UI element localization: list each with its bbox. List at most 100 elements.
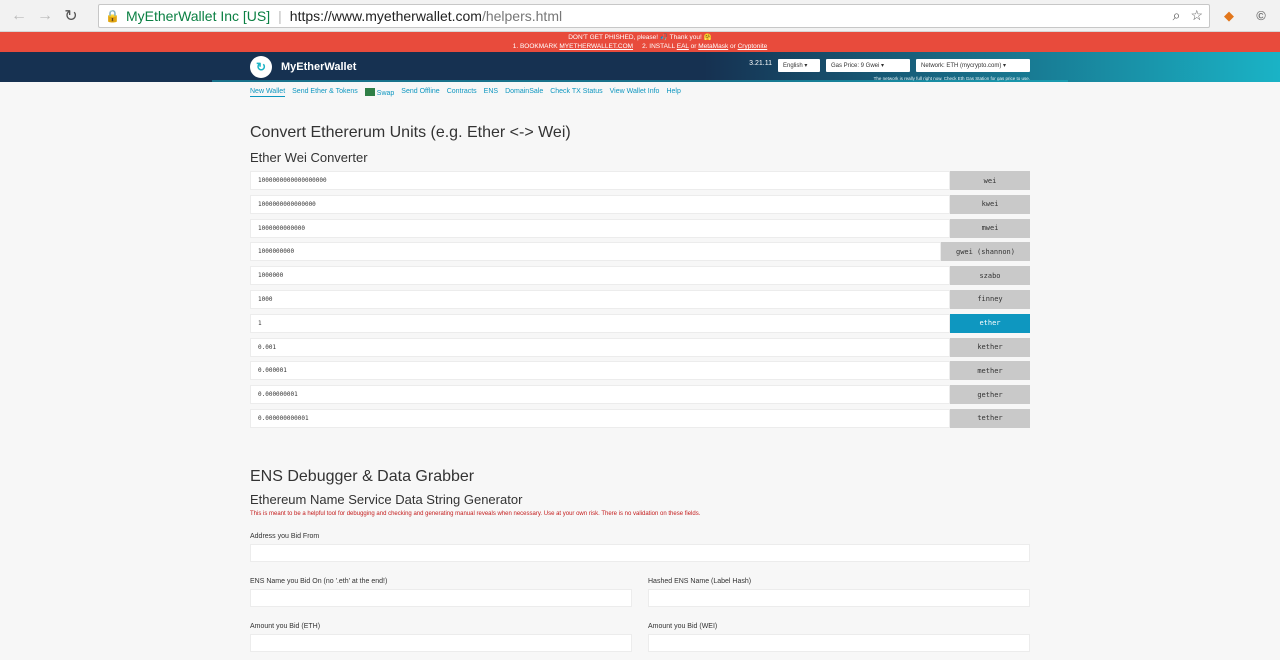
nav-view-wallet-info[interactable]: View Wallet Info bbox=[610, 88, 660, 97]
gas-price-value: Gas Price: 9 Gwei bbox=[831, 62, 880, 69]
ens-section: ENS Debugger & Data Grabber Ethereum Nam… bbox=[250, 468, 1030, 652]
hashed-name-input[interactable] bbox=[648, 589, 1030, 607]
nav-swap[interactable]: Swap bbox=[364, 88, 395, 97]
unit-row-finney: 1000 finney bbox=[250, 289, 1030, 309]
finney-unit-button[interactable]: finney bbox=[950, 289, 1030, 309]
hashed-name-label: Hashed ENS Name (Label Hash) bbox=[648, 578, 752, 585]
amount-row: Amount you Bid (ETH) Amount you Bid (WEI… bbox=[250, 607, 1030, 652]
wei-input[interactable]: 1000000000000000000 bbox=[250, 171, 950, 190]
kwei-unit-button[interactable]: kwei bbox=[950, 194, 1030, 214]
language-value: English bbox=[783, 62, 803, 69]
nav-contracts[interactable]: Contracts bbox=[447, 88, 477, 97]
address-label: Address you Bid From bbox=[250, 533, 320, 540]
network-dropdown[interactable]: Network: ETH (mycrypto.com) ▾ bbox=[916, 59, 1030, 72]
converter-title: Convert Ethererum Units (e.g. Ether <-> … bbox=[250, 124, 571, 141]
address-separator: | bbox=[278, 7, 282, 24]
unit-row-gether: 0.000000001 gether bbox=[250, 385, 1030, 405]
back-icon[interactable]: ← bbox=[6, 3, 32, 29]
extension-c-icon[interactable]: © bbox=[1248, 3, 1274, 29]
nav-swap-label: Swap bbox=[376, 90, 395, 97]
unit-row-mether: 0.000001 mether bbox=[250, 361, 1030, 381]
amount-eth-label: Amount you Bid (ETH) bbox=[250, 623, 321, 630]
ens-name-row: ENS Name you Bid On (no '.eth' at the en… bbox=[250, 562, 1030, 607]
warning-line-1: DON'T GET PHISHED, please! 🎣 Thank you! … bbox=[568, 34, 712, 41]
version-label: 3.21.11 bbox=[749, 60, 772, 67]
url-path: /helpers.html bbox=[481, 7, 563, 24]
url-host: https://www.myetherwallet.com bbox=[289, 7, 482, 24]
swap-icon bbox=[364, 88, 375, 96]
gether-unit-button[interactable]: gether bbox=[950, 385, 1030, 405]
converter-section: Convert Ethererum Units (e.g. Ether <-> … bbox=[250, 112, 1030, 433]
address-input[interactable] bbox=[250, 544, 1030, 562]
gether-input[interactable]: 0.000000001 bbox=[250, 385, 950, 405]
unit-row-szabo: 1000000 szabo bbox=[250, 266, 1030, 286]
nav-send-ether-tokens[interactable]: Send Ether & Tokens bbox=[292, 88, 358, 97]
ens-name-label: ENS Name you Bid On (no '.eth' at the en… bbox=[250, 578, 388, 585]
tether-input[interactable]: 0.000000000001 bbox=[250, 408, 950, 428]
ens-name-input[interactable] bbox=[250, 589, 632, 607]
ens-title: ENS Debugger & Data Grabber bbox=[250, 468, 475, 485]
unit-row-mwei: 1000000000000 mwei bbox=[250, 218, 1030, 238]
kether-input[interactable]: 0.001 bbox=[250, 337, 950, 357]
mether-unit-button[interactable]: mether bbox=[950, 361, 1030, 381]
forward-icon[interactable]: → bbox=[32, 3, 58, 29]
warning-step-1: 1. BOOKMARK bbox=[512, 43, 558, 50]
site-header: ↻ MyEtherWallet 3.21.11 English ▾ Gas Pr… bbox=[0, 52, 1280, 82]
brand-name[interactable]: MyEtherWallet bbox=[281, 61, 356, 73]
mwei-unit-button[interactable]: mwei bbox=[950, 218, 1030, 238]
amount-eth-col: Amount you Bid (ETH) bbox=[250, 607, 632, 652]
header-divider bbox=[212, 80, 1068, 82]
warning-or-1: or bbox=[690, 43, 697, 50]
amount-eth-input[interactable] bbox=[250, 634, 632, 652]
reload-icon[interactable]: ↻ bbox=[58, 3, 84, 29]
unit-row-kether: 0.001 kether bbox=[250, 337, 1030, 357]
gwei-unit-button[interactable]: gwei (shannon) bbox=[941, 242, 1030, 262]
warning-link-cryptonite[interactable]: Cryptonite bbox=[738, 43, 768, 50]
szabo-unit-button[interactable]: szabo bbox=[950, 266, 1030, 286]
nav-send-offline[interactable]: Send Offline bbox=[401, 88, 439, 97]
nav-ens[interactable]: ENS bbox=[484, 88, 498, 97]
warning-link-metamask[interactable]: MetaMask bbox=[698, 43, 728, 50]
amount-wei-label: Amount you Bid (WEI) bbox=[648, 623, 718, 630]
unit-row-kwei: 1000000000000000 kwei bbox=[250, 194, 1030, 214]
hashed-name-col: Hashed ENS Name (Label Hash) bbox=[648, 562, 1030, 607]
warning-or-2: or bbox=[730, 43, 736, 50]
bookmark-star-icon[interactable]: ☆ bbox=[1190, 7, 1203, 24]
address-bar[interactable]: 🔒 MyEtherWallet Inc [US] | https://www.m… bbox=[98, 3, 1210, 28]
secure-origin-label: MyEtherWallet Inc [US] bbox=[125, 7, 271, 24]
chevron-down-icon: ▾ bbox=[881, 63, 885, 69]
main-nav: New Wallet Send Ether & Tokens Swap Send… bbox=[250, 88, 681, 97]
unit-row-ether: 1 ether bbox=[250, 313, 1030, 333]
wei-unit-button[interactable]: wei bbox=[950, 171, 1030, 190]
szabo-input[interactable]: 1000000 bbox=[250, 266, 950, 286]
warning-line-2: 1. BOOKMARK MYETHERWALLET.COM 2. INSTALL… bbox=[0, 42, 1280, 51]
amount-wei-input[interactable] bbox=[648, 634, 1030, 652]
finney-input[interactable]: 1000 bbox=[250, 289, 950, 309]
language-dropdown[interactable]: English ▾ bbox=[778, 59, 820, 72]
metamask-extension-icon[interactable]: ◆ bbox=[1216, 3, 1242, 29]
ether-input[interactable]: 1 bbox=[250, 313, 950, 333]
converter-subtitle: Ether Wei Converter bbox=[250, 150, 368, 165]
gas-price-dropdown[interactable]: Gas Price: 9 Gwei ▾ bbox=[826, 59, 910, 72]
nav-domainsale[interactable]: DomainSale bbox=[505, 88, 543, 97]
mether-input[interactable]: 0.000001 bbox=[250, 361, 950, 381]
ens-warning-text: This is meant to be a helpful tool for d… bbox=[250, 511, 701, 517]
phishing-warning-bar: DON'T GET PHISHED, please! 🎣 Thank you! … bbox=[0, 32, 1280, 52]
tether-unit-button[interactable]: tether bbox=[950, 408, 1030, 428]
kwei-input[interactable]: 1000000000000000 bbox=[250, 194, 950, 214]
nav-check-tx-status[interactable]: Check TX Status bbox=[550, 88, 602, 97]
warning-link-eal[interactable]: EAL bbox=[677, 43, 689, 50]
warning-link-mew[interactable]: MYETHERWALLET.COM bbox=[559, 43, 633, 50]
unit-row-wei: 1000000000000000000 wei bbox=[250, 171, 1030, 190]
warning-step-2: 2. INSTALL bbox=[642, 43, 675, 50]
kether-unit-button[interactable]: kether bbox=[950, 337, 1030, 357]
network-value: Network: ETH (mycrypto.com) bbox=[921, 62, 1002, 69]
nav-help[interactable]: Help bbox=[666, 88, 680, 97]
mew-logo-icon[interactable]: ↻ bbox=[250, 56, 272, 78]
mwei-input[interactable]: 1000000000000 bbox=[250, 218, 950, 238]
gwei-input[interactable]: 1000000000 bbox=[250, 242, 941, 262]
ether-unit-button[interactable]: ether bbox=[950, 313, 1030, 333]
nav-new-wallet[interactable]: New Wallet bbox=[250, 88, 286, 97]
zoom-icon[interactable]: ⌕ bbox=[1173, 7, 1181, 24]
browser-toolbar: ← → ↻ 🔒 MyEtherWallet Inc [US] | https:/… bbox=[0, 0, 1280, 32]
